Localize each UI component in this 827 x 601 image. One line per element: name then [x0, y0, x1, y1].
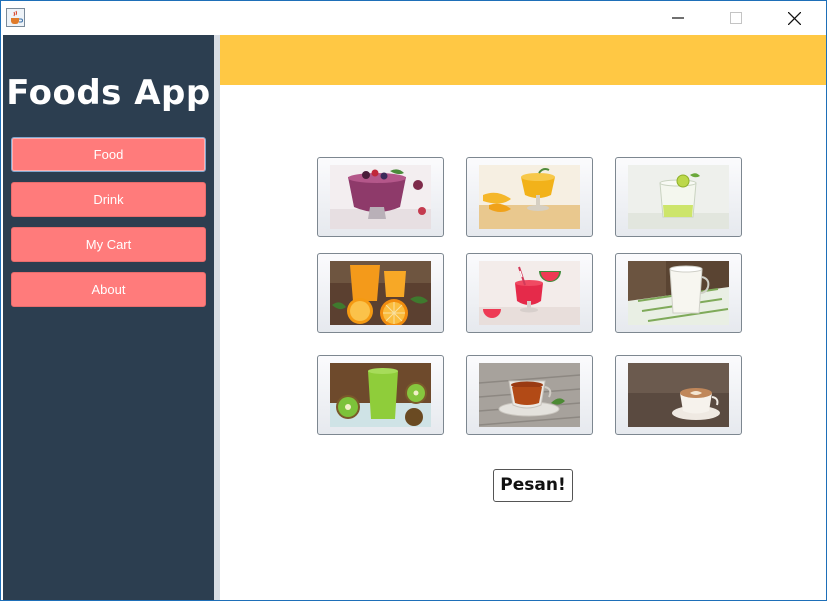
watermelon-juice-photo [479, 261, 580, 325]
close-button[interactable] [765, 1, 823, 34]
order-button[interactable]: Pesan! [493, 469, 573, 502]
menu-item-kiwi-smoothie-button[interactable] [317, 355, 444, 435]
berry-smoothie-photo [330, 165, 431, 229]
java-cup-icon[interactable] [6, 8, 25, 27]
tea-cup-photo [479, 363, 580, 427]
nav-drink-button[interactable]: Drink [11, 182, 206, 217]
maximize-button[interactable] [707, 1, 765, 34]
menu-item-tea-button[interactable] [466, 355, 593, 435]
header-bar [220, 35, 826, 85]
app-window: Foods App Food Drink My Cart About Pesan… [0, 0, 827, 601]
menu-item-berry-smoothie-button[interactable] [317, 157, 444, 237]
maximize-icon [730, 12, 742, 24]
lime-soda-photo [628, 165, 729, 229]
nav-my-cart-button[interactable]: My Cart [11, 227, 206, 262]
minimize-icon [672, 17, 684, 19]
milk-glass-photo [628, 261, 729, 325]
minimize-button[interactable] [649, 1, 707, 34]
app-title: Foods App [6, 73, 211, 113]
menu-item-watermelon-juice-button[interactable] [466, 253, 593, 333]
nav-about-button[interactable]: About [11, 272, 206, 307]
title-bar[interactable] [1, 1, 826, 34]
menu-item-latte-button[interactable] [615, 355, 742, 435]
sidebar: Foods App Food Drink My Cart About [3, 35, 214, 600]
close-icon [788, 12, 801, 25]
kiwi-smoothie-photo [330, 363, 431, 427]
menu-item-mango-pudding-button[interactable] [466, 157, 593, 237]
nav-food-button[interactable]: Food [11, 137, 206, 172]
menu-item-lime-soda-button[interactable] [615, 157, 742, 237]
mango-pudding-photo [479, 165, 580, 229]
orange-juice-photo [330, 261, 431, 325]
latte-art-photo [628, 363, 729, 427]
menu-item-milk-button[interactable] [615, 253, 742, 333]
menu-item-orange-juice-button[interactable] [317, 253, 444, 333]
